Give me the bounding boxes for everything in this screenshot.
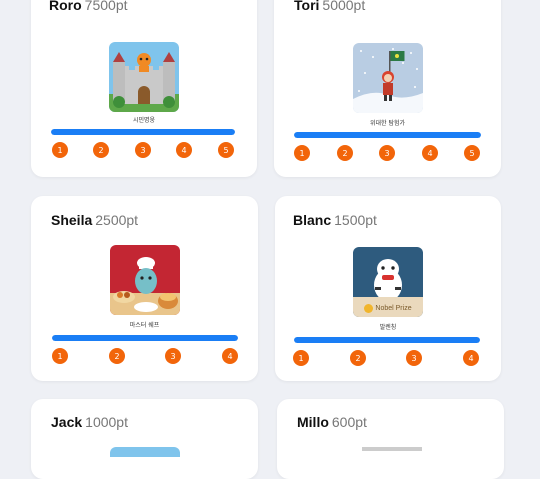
card-blanc[interactable]: Blanc 1500pt Nobel Prize 발렌칭 1 2 3 4 [275, 196, 501, 381]
progress-fill [52, 335, 238, 341]
card-name: Sheila [51, 212, 93, 228]
card-name: Jack [51, 414, 83, 430]
nobel-prize-text: Nobel Prize [375, 304, 412, 312]
progress-bar [294, 337, 480, 343]
badge-caption: 마스터 쉐프 [129, 322, 160, 329]
step-4[interactable]: 4 [463, 350, 479, 366]
card-points: 2500pt [95, 212, 139, 228]
step-3[interactable]: 3 [165, 348, 181, 364]
progress-bar [51, 129, 235, 135]
step-4[interactable]: 4 [222, 348, 238, 364]
card-name: Millo [297, 414, 329, 430]
badge-preview [362, 447, 422, 451]
card-header: Roro 7500pt [49, 0, 128, 13]
progress-bar [52, 335, 238, 341]
step-3[interactable]: 3 [406, 350, 422, 366]
castle-badge-icon[interactable] [109, 42, 179, 112]
badge-caption: 시민명웅 [132, 117, 156, 124]
step-2[interactable]: 2 [109, 348, 125, 364]
card-header: Jack 1000pt [51, 414, 128, 430]
card-header: Tori 5000pt [294, 0, 365, 13]
step-4[interactable]: 4 [176, 142, 192, 158]
step-5[interactable]: 5 [218, 142, 234, 158]
card-points: 1000pt [85, 414, 128, 430]
card-sheila[interactable]: Sheila 2500pt 마스터 쉐프 1 2 3 4 [31, 196, 258, 381]
card-points: 600pt [331, 414, 367, 430]
nobel-prize-label: Nobel Prize [353, 301, 423, 315]
progress-fill [294, 132, 481, 138]
card-name: Blanc [293, 212, 332, 228]
step-3[interactable]: 3 [135, 142, 151, 158]
card-points: 7500pt [84, 0, 128, 13]
card-millo[interactable]: Millo 600pt [277, 399, 504, 479]
progress-fill [294, 337, 480, 343]
step-1[interactable]: 1 [294, 145, 310, 161]
card-jack[interactable]: Jack 1000pt [31, 399, 258, 479]
progress-bar [294, 132, 481, 138]
explorer-badge-icon[interactable] [352, 43, 423, 113]
progress-fill [51, 129, 235, 135]
chef-badge-icon[interactable] [109, 245, 180, 315]
step-5[interactable]: 5 [464, 145, 480, 161]
card-header: Blanc 1500pt [293, 212, 377, 228]
card-name: Tori [294, 0, 320, 13]
nobel-badge-icon[interactable]: Nobel Prize [353, 247, 423, 317]
card-points: 1500pt [334, 212, 377, 228]
badge-preview [110, 447, 180, 457]
badge-caption: 발렌칭 [379, 324, 397, 331]
step-2[interactable]: 2 [337, 145, 353, 161]
step-3[interactable]: 3 [379, 145, 395, 161]
step-1[interactable]: 1 [52, 142, 68, 158]
step-2[interactable]: 2 [93, 142, 109, 158]
step-1[interactable]: 1 [293, 350, 309, 366]
step-1[interactable]: 1 [52, 348, 68, 364]
card-name: Roro [49, 0, 82, 13]
step-2[interactable]: 2 [350, 350, 366, 366]
card-tori[interactable]: Tori 5000pt 위대한 탐험가 1 2 3 4 5 [274, 0, 501, 177]
medal-icon [364, 303, 374, 313]
card-roro[interactable]: Roro 7500pt 시민명웅 1 2 3 4 5 [31, 0, 257, 177]
card-header: Millo 600pt [297, 414, 367, 430]
step-4[interactable]: 4 [422, 145, 438, 161]
card-points: 5000pt [322, 0, 366, 13]
badge-caption: 위대한 탐험가 [369, 120, 406, 127]
card-header: Sheila 2500pt [51, 212, 138, 228]
